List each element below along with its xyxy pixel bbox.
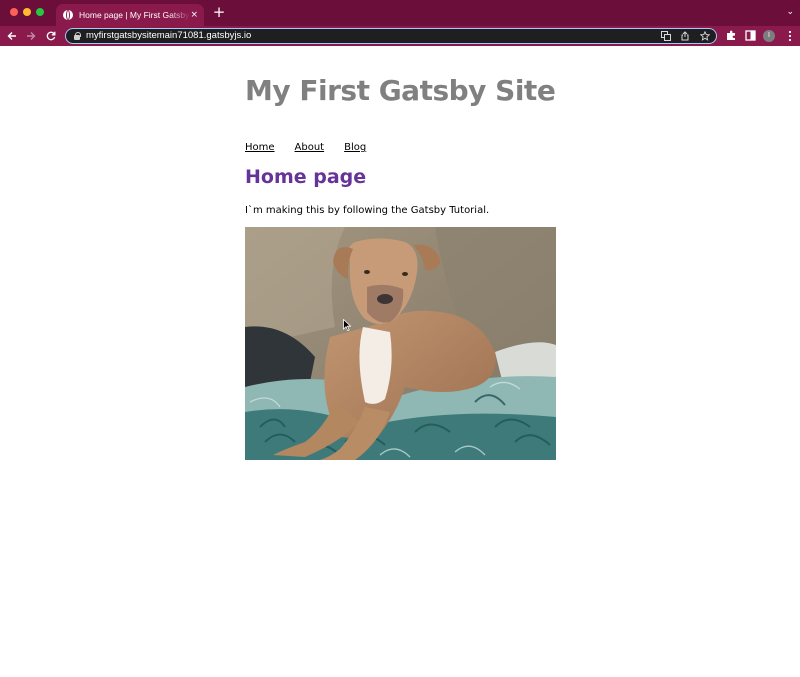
browser-toolbar: myfirstgatsbysitemain71081.gatsbyjs.io I [0, 26, 800, 46]
close-tab-icon[interactable]: × [190, 9, 198, 21]
new-tab-button[interactable]: + [211, 4, 227, 20]
puzzle-icon[interactable] [724, 29, 738, 43]
mouse-cursor-icon [343, 319, 351, 331]
side-panel-icon[interactable] [743, 29, 757, 43]
dog-photo [245, 227, 556, 460]
forward-button[interactable] [23, 27, 39, 45]
tab-title: Home page | My First Gatsby Site [79, 10, 191, 20]
page-heading: Home page [245, 166, 367, 188]
intro-paragraph: I`m making this by following the Gatsby … [245, 205, 490, 216]
globe-icon [63, 10, 73, 20]
reload-icon [46, 31, 56, 41]
tab-search-chevron-icon[interactable]: ⌄ [786, 7, 794, 17]
site-nav: Home About Blog [245, 142, 386, 153]
address-bar[interactable]: myfirstgatsbysitemain71081.gatsbyjs.io [65, 28, 717, 44]
dog-photo-illustration [245, 227, 556, 460]
arrow-left-icon [7, 32, 16, 40]
minimize-window-button[interactable] [23, 8, 31, 16]
reload-button[interactable] [43, 27, 59, 45]
site-title: My First Gatsby Site [245, 74, 556, 107]
nav-link-blog[interactable]: Blog [344, 142, 366, 153]
zoom-window-button[interactable] [36, 8, 44, 16]
active-tab[interactable]: Home page | My First Gatsby Site × [56, 4, 204, 26]
nav-link-home[interactable]: Home [245, 142, 275, 153]
page-viewport: My First Gatsby Site Home About Blog Hom… [0, 46, 800, 677]
share-icon[interactable] [679, 30, 691, 42]
kebab-menu-icon[interactable] [783, 29, 797, 43]
url-text[interactable]: myfirstgatsbysitemain71081.gatsbyjs.io [86, 30, 251, 42]
arrow-right-icon [27, 32, 36, 40]
close-window-button[interactable] [10, 8, 18, 16]
lock-icon[interactable] [74, 32, 81, 40]
profile-avatar[interactable]: I [763, 30, 775, 42]
back-button[interactable] [4, 27, 20, 45]
star-icon[interactable] [699, 30, 711, 42]
nav-link-about[interactable]: About [295, 142, 325, 153]
tab-strip: Home page | My First Gatsby Site × + ⌄ [0, 0, 800, 26]
translate-icon[interactable] [660, 30, 672, 42]
